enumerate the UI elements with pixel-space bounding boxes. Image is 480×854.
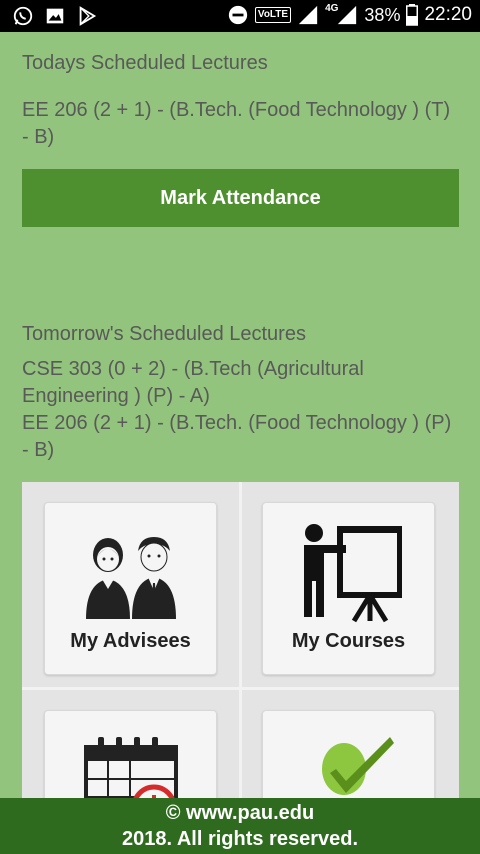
tomorrow-section-title: Tomorrow's Scheduled Lectures — [22, 323, 306, 345]
status-bar: VoLTE 4G 38% 22:20 — [0, 0, 480, 32]
courses-icon — [296, 521, 402, 627]
do-not-disturb-icon — [228, 5, 248, 25]
mark-attendance-button[interactable]: Mark Attendance — [22, 169, 459, 227]
footer-website: © www.pau.edu — [165, 802, 315, 824]
tile-my-advisees[interactable]: My Advisees — [44, 502, 217, 675]
footer-copyright: 2018. All rights reserved. — [121, 828, 359, 850]
today-lecture-item: EE 206 (2 + 1) - (B.Tech. (Food Technolo… — [22, 99, 451, 148]
volte-badge: VoLTE — [254, 7, 292, 23]
today-section-title: Todays Scheduled Lectures — [22, 52, 268, 74]
tile-my-courses[interactable]: My Courses — [262, 502, 435, 675]
clock: 22:20 — [424, 4, 472, 25]
footer: © www.pau.edu 2018. All rights reserved. — [0, 798, 480, 854]
play-store-icon — [79, 6, 97, 26]
signal-icon-2 — [338, 5, 357, 25]
battery-percent: 38% — [364, 4, 401, 25]
signal-icon — [298, 5, 318, 25]
advisees-icon — [78, 521, 184, 627]
whatsapp-icon — [13, 6, 33, 26]
grid-divider — [239, 482, 242, 822]
tile-label: My Courses — [291, 630, 406, 652]
network-type: 4G — [325, 2, 339, 14]
grid-divider — [22, 687, 459, 690]
tomorrow-lecture-item: EE 206 (2 + 1) - (B.Tech. (Food Technolo… — [22, 412, 452, 461]
tomorrow-lecture-item: CSE 303 (0 + 2) - (B.Tech (Agricultural … — [22, 358, 364, 407]
battery-icon — [406, 4, 419, 26]
gallery-icon — [46, 8, 64, 24]
dashboard-grid: My Advisees My Courses — [22, 482, 459, 822]
main-content: Todays Scheduled Lectures EE 206 (2 + 1)… — [0, 32, 480, 822]
tile-label: My Advisees — [70, 630, 191, 652]
